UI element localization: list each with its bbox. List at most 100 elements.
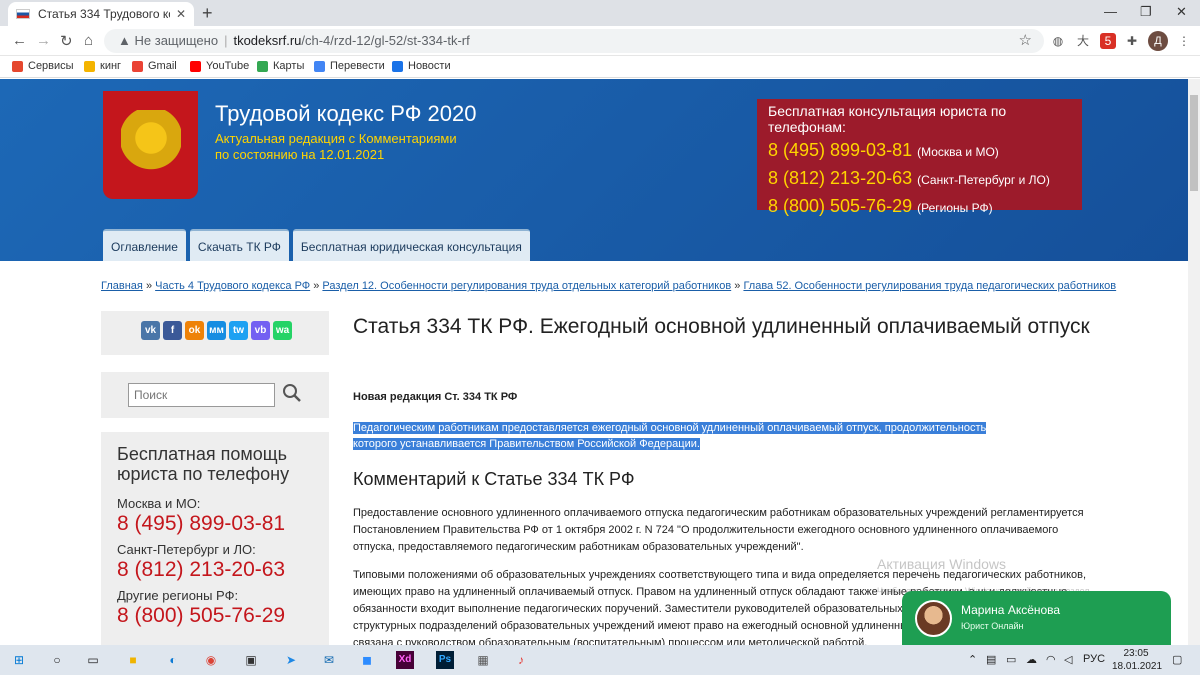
reload-icon[interactable]: ↻ [60,32,73,50]
consult-phone-spb[interactable]: 8 (812) 213-20-63 (Санкт-Петербург и ЛО) [768,165,1071,193]
bookmarks-bar: Сервисы кинг Gmail YouTube Карты Перевес… [0,56,1200,78]
bookmark-star-icon[interactable]: ☆ [1019,29,1032,53]
bookmark-translate[interactable]: Перевести [314,60,385,72]
tab-title: Статья 334 Трудового кодекса Р [38,7,170,21]
close-window-icon[interactable]: ✕ [1176,4,1187,20]
calculator-icon[interactable]: ▦ [474,651,492,669]
profile-avatar[interactable]: Д [1148,31,1168,51]
clock-date: 18.01.2021 [1112,661,1163,672]
menu-item-free-consultation[interactable]: Бесплатная юридическая консультация [292,229,530,261]
search-input[interactable] [128,383,275,407]
tray-wifi-icon[interactable]: ◠ [1046,653,1056,666]
bookmark-youtube[interactable]: YouTube [190,60,249,72]
bookmark-favicon-icon [84,60,95,72]
vk-share-icon[interactable]: vk [141,321,160,340]
search-icon[interactable] [282,383,302,403]
share-panel: vk f ok мм tw vb wa [101,311,329,355]
breadcrumb-home[interactable]: Главная [101,280,143,292]
breadcrumb-section-12[interactable]: Раздел 12. Особенности регулирования тру… [322,280,731,292]
translate-icon[interactable]: 大 [1075,33,1091,49]
contact-phone-spb[interactable]: 8 (812) 213-20-63 [117,557,313,583]
zoom-icon[interactable]: ◼ [358,651,376,669]
lawyer-help-panel: Бесплатная помощь юриста по телефону Мос… [101,432,329,645]
menu-item-contents[interactable]: Оглавление [103,229,186,261]
back-icon[interactable]: ← [12,32,27,49]
youtube-icon [190,60,201,72]
bookmark-news[interactable]: Новости [392,60,451,72]
clock-time: 23:05 [1123,648,1149,659]
odnoklassniki-share-icon[interactable]: ok [185,321,204,340]
music-icon[interactable]: ♪ [512,651,530,669]
comment-heading: Комментарий к Статье 334 ТК РФ [353,469,635,489]
site-title[interactable]: Трудовой кодекс РФ 2020 [215,101,477,127]
warning-icon: ▲ [118,33,131,48]
tray-chevron-icon[interactable]: ⌃ [968,653,977,666]
chrome-icon[interactable]: ◉ [202,651,220,669]
coat-of-arms-logo[interactable] [103,91,198,199]
consult-phone-regions[interactable]: 8 (800) 505-76-29 (Регионы РФ) [768,193,1071,221]
browser-tab[interactable]: Статья 334 Трудового кодекса Р ✕ [8,2,194,26]
contact-label-spb: Санкт-Петербург и ЛО: [117,542,256,557]
store-icon[interactable]: ▣ [242,651,260,669]
task-view-icon[interactable]: ▭ [84,651,102,669]
windows-start-icon[interactable]: ⊞ [10,651,28,669]
contact-phone-moscow[interactable]: 8 (495) 899-03-81 [117,511,313,537]
file-explorer-icon[interactable]: ■ [124,651,142,669]
mail-icon[interactable]: ✉ [320,651,338,669]
tray-volume-icon[interactable]: ◁ [1064,653,1072,666]
menu-dots-icon[interactable]: ⋮ [1176,33,1192,49]
minimize-icon[interactable]: — [1104,4,1117,19]
search-taskbar-icon[interactable]: ○ [48,651,66,669]
russia-flag-icon [16,9,30,19]
language-indicator[interactable]: РУС [1083,653,1105,665]
bookmark-services[interactable]: Сервисы [12,60,74,72]
forward-icon[interactable]: → [36,32,51,49]
maximize-icon[interactable]: ❐ [1140,4,1152,20]
extension-badge-icon[interactable]: 5 [1100,33,1116,49]
viber-share-icon[interactable]: vb [251,321,270,340]
facebook-share-icon[interactable]: f [163,321,182,340]
scrollbar-thumb[interactable] [1190,95,1198,191]
globe-icon[interactable]: ◍ [1050,33,1066,49]
site-subtitle: Актуальная редакция с Комментариями по с… [215,131,457,162]
search-panel [101,372,329,418]
close-tab-icon[interactable]: ✕ [176,7,186,21]
contact-label-moscow: Москва и МО: [117,496,201,511]
new-edition-label: Новая редакция Ст. 334 ТК РФ [353,391,518,403]
whatsapp-share-icon[interactable]: wa [273,321,292,340]
url-path: /ch-4/rzd-12/gl-52/st-334-tk-rf [301,33,470,48]
menu-item-download[interactable]: Скачать ТК РФ [189,229,289,261]
url-field[interactable]: ▲ Не защищено | tkodeksrf.ru/ch-4/rzd-12/g… [104,29,1044,53]
taskbar-clock[interactable]: 23:05 18.01.2021 [1112,647,1163,673]
breadcrumb-part-4[interactable]: Часть 4 Трудового кодекса РФ [155,280,310,292]
online-lawyer-chat[interactable]: Марина Аксёнова Юрист Онлайн [902,591,1171,645]
adobe-xd-icon[interactable]: Xd [396,651,414,669]
windows-activation-watermark: Активация Windows [877,556,1007,572]
edge-icon[interactable]: ◐ [164,651,182,669]
page-title: Статья 334 ТК РФ. Ежегодный основной удл… [353,315,1090,338]
breadcrumb-chapter-52[interactable]: Глава 52. Особенности регулирования труд… [743,280,1116,292]
tray-cloud-icon[interactable]: ☁ [1026,653,1037,666]
tray-network-icon[interactable]: ▤ [986,653,996,666]
extensions-puzzle-icon[interactable]: ✚ [1124,33,1140,49]
not-secure-label: Не защищено [134,33,219,48]
consult-phone-moscow[interactable]: 8 (495) 899-03-81 (Москва и МО) [768,137,1071,165]
twitter-share-icon[interactable]: tw [229,321,248,340]
highlighted-article-text: Педагогическим работникам предоставляетс… [353,422,987,450]
notifications-icon[interactable]: ▢ [1172,653,1182,666]
moimir-share-icon[interactable]: мм [207,321,226,340]
news-icon [392,60,403,72]
bookmark-gmail[interactable]: Gmail [132,60,177,72]
home-icon[interactable]: ⌂ [84,32,93,49]
page-scrollbar[interactable] [1188,79,1200,645]
lawyer-role: Юрист Онлайн [961,621,1024,631]
new-tab-button[interactable]: + [202,3,213,24]
maps-icon [257,60,268,72]
telegram-icon[interactable]: ➤ [282,651,300,669]
photoshop-icon[interactable]: Ps [436,651,454,669]
bookmark-maps[interactable]: Карты [257,60,304,72]
windows-taskbar: ⊞ ○ ▭ ■ ◐ ◉ ▣ ➤ ✉ ◼ Xd Ps ▦ ♪ ⌃ ▤ ▭ ☁ ◠ … [0,645,1200,675]
bookmark-king[interactable]: кинг [84,60,121,72]
tray-battery-icon[interactable]: ▭ [1006,653,1016,666]
contact-phone-regions[interactable]: 8 (800) 505-76-29 [117,603,313,629]
